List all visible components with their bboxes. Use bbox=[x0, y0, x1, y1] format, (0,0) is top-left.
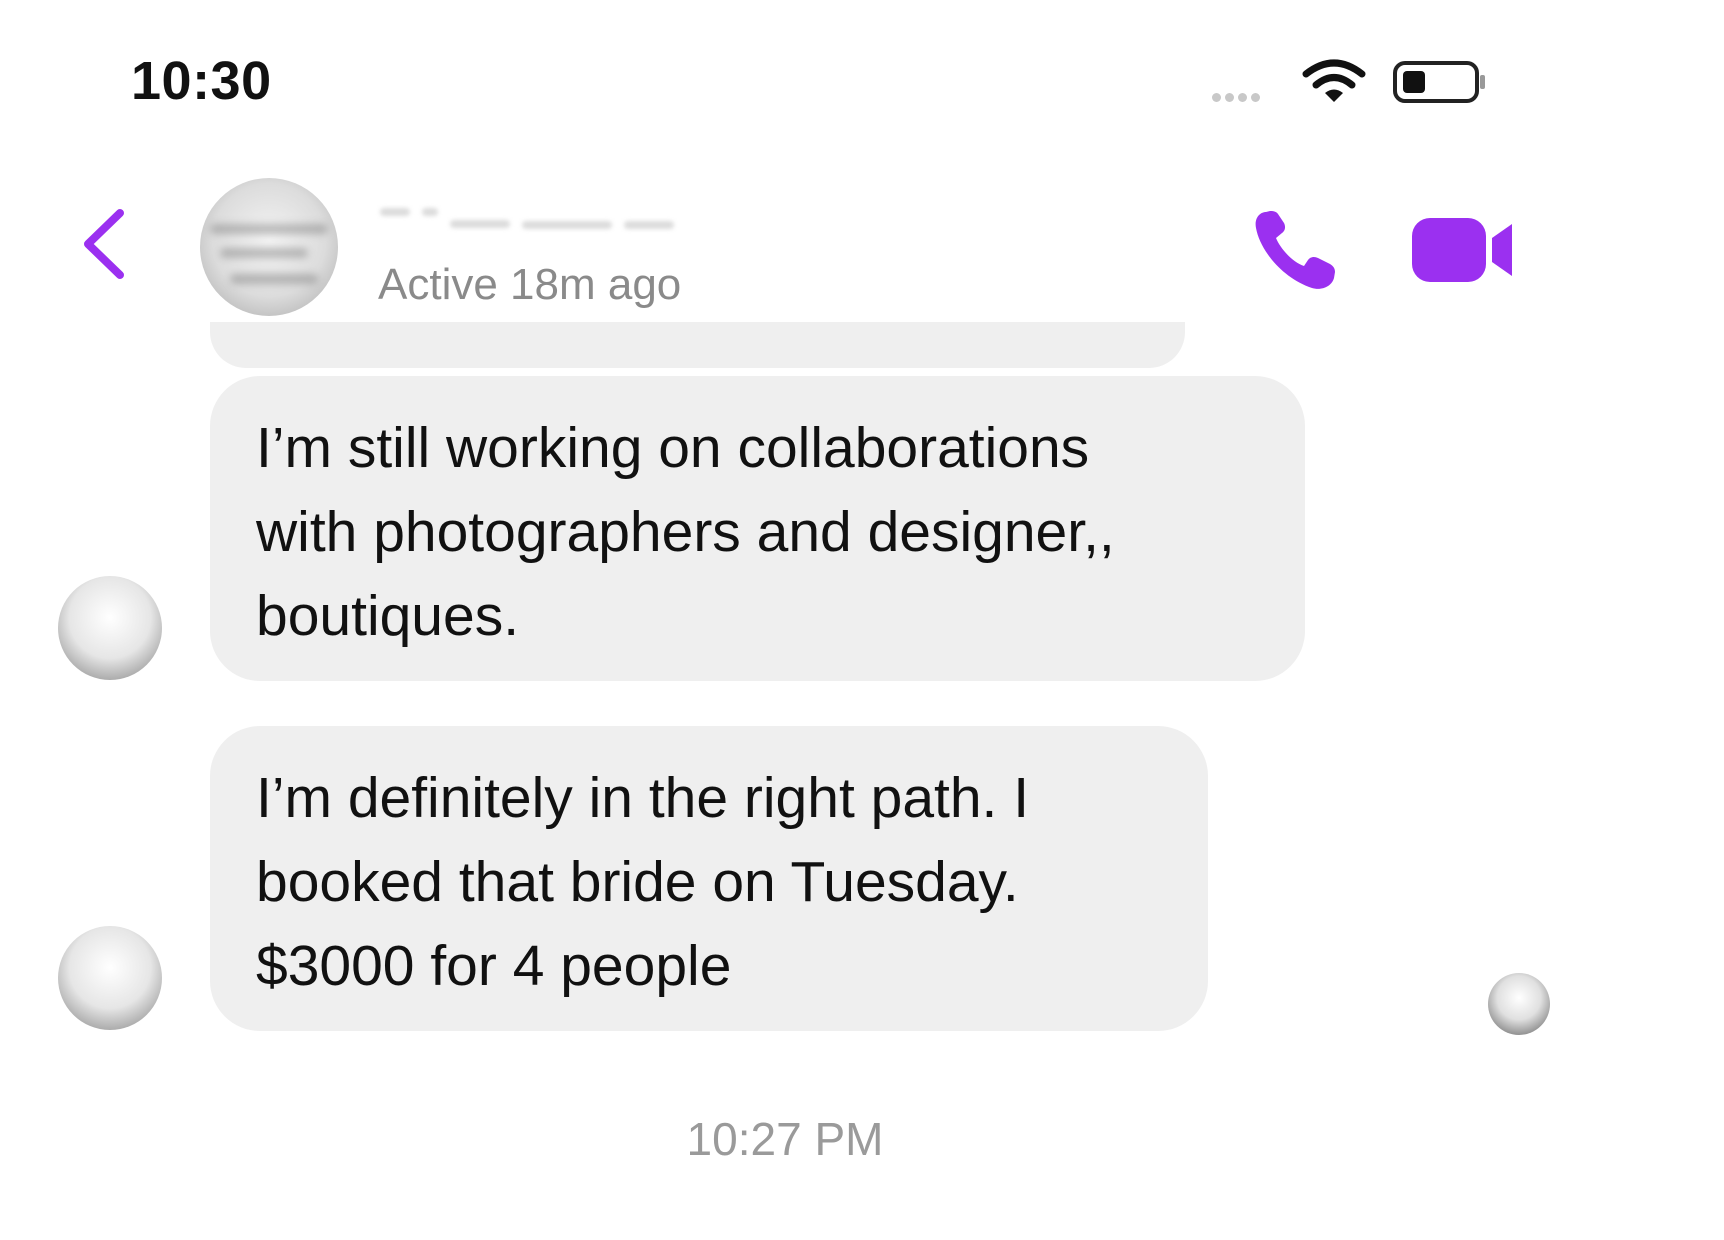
message-timestamp: 10:27 PM bbox=[686, 1113, 884, 1165]
contact-name-redacted[interactable] bbox=[380, 190, 740, 234]
message-line: boutiques. bbox=[256, 584, 520, 648]
phone-icon[interactable] bbox=[1252, 206, 1338, 292]
status-bar-time: 10:30 bbox=[131, 51, 272, 111]
video-camera-icon[interactable] bbox=[1410, 214, 1516, 286]
cellular-signal-icon bbox=[1212, 93, 1260, 102]
active-status: Active 18m ago bbox=[378, 260, 682, 309]
messenger-conversation-screen: 10:30 Active 18m ago I’m still working o… bbox=[0, 0, 1724, 1240]
sender-avatar bbox=[58, 926, 162, 1030]
message-bubble[interactable]: I’m still working on collaborations with… bbox=[210, 376, 1305, 681]
previous-message-bubble bbox=[210, 322, 1185, 368]
battery-icon bbox=[1393, 61, 1485, 103]
message-line: with photographers and designer,, bbox=[256, 500, 1115, 564]
message-line: I’m definitely in the right path. I bbox=[256, 766, 1030, 830]
message-line: booked that bride on Tuesday. bbox=[256, 850, 1019, 914]
sender-avatar bbox=[58, 576, 162, 680]
contact-avatar[interactable] bbox=[200, 178, 338, 316]
message-bubble[interactable]: I’m definitely in the right path. I book… bbox=[210, 726, 1208, 1031]
back-chevron-icon[interactable] bbox=[78, 205, 130, 283]
message-line: $3000 for 4 people bbox=[256, 934, 732, 998]
wifi-icon bbox=[1302, 59, 1366, 102]
message-line: I’m still working on collaborations bbox=[256, 416, 1090, 480]
seen-receipt-avatar bbox=[1488, 973, 1550, 1035]
